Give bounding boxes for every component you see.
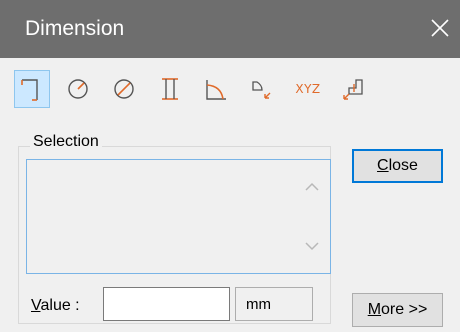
scroll-up-icon[interactable]	[304, 180, 320, 192]
unit-display: mm	[235, 287, 313, 321]
value-input[interactable]	[103, 287, 230, 321]
xyz-coordinate-icon[interactable]: XYZ	[290, 70, 326, 108]
value-label: Value :	[31, 297, 80, 315]
dimension-dialog: Dimension XYZ Selection Value: mm C los…	[0, 0, 460, 332]
selection-listbox[interactable]	[26, 159, 331, 274]
close-button-label: lose	[388, 157, 418, 174]
diameter-dimension-icon[interactable]	[106, 70, 142, 108]
fillet-dimension-icon[interactable]	[244, 70, 280, 108]
close-button[interactable]: Close	[352, 149, 443, 183]
radius-dimension-icon[interactable]	[60, 70, 96, 108]
thickness-dimension-icon[interactable]	[152, 70, 188, 108]
angle-dimension-icon[interactable]	[198, 70, 234, 108]
linear-dimension-icon[interactable]	[14, 70, 50, 108]
close-button-mnemonic: C	[377, 157, 389, 174]
xyz-label: XYZ	[295, 82, 321, 96]
more-button[interactable]: More >>	[352, 293, 443, 327]
dimension-toolbar: XYZ	[14, 70, 454, 110]
title-bar: Dimension	[0, 0, 460, 58]
value-label-text: alue :	[40, 297, 80, 314]
selection-label: Selection	[30, 133, 102, 151]
window-title: Dimension	[25, 17, 125, 40]
more-button-mnemonic: M	[367, 301, 382, 318]
window-close-icon[interactable]	[428, 16, 452, 40]
unit-text: mm	[246, 295, 271, 313]
scroll-down-icon[interactable]	[304, 241, 320, 253]
more-button-label: ore >>	[381, 301, 428, 318]
ordinate-dimension-icon[interactable]	[336, 70, 372, 108]
